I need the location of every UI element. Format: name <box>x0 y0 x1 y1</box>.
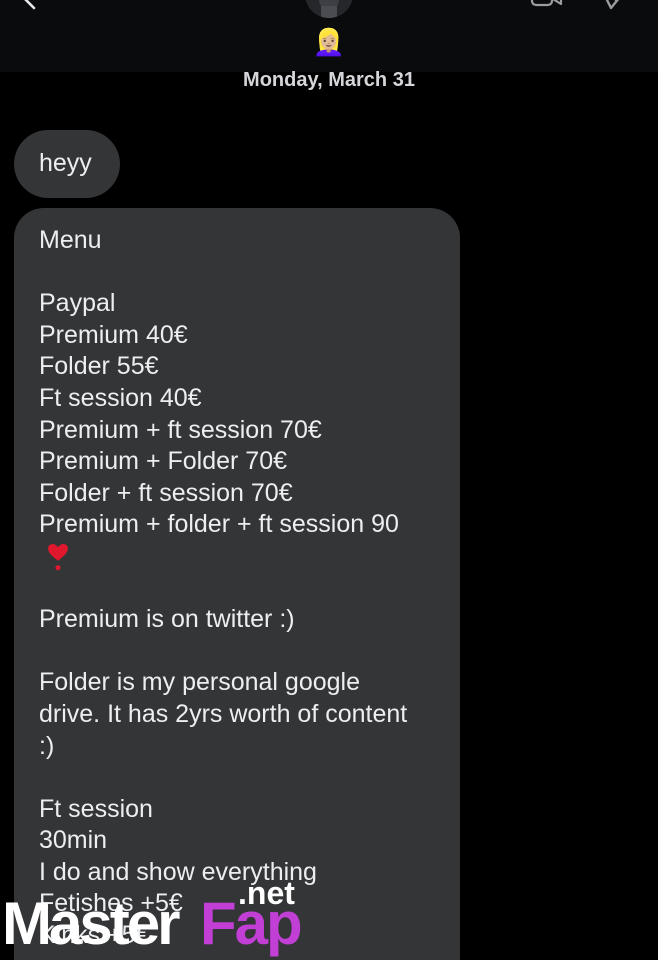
message-line: drive. It has 2yrs worth of content <box>39 699 408 728</box>
message-bubble[interactable]: heyy <box>14 130 120 198</box>
heart-emoji: ❣️ <box>39 541 439 573</box>
message-line: Folder 55€ <box>39 352 159 381</box>
message-line: Menu <box>39 226 102 254</box>
message-text: Menu Paypal Premium 40€ Folder 55€ Ft se… <box>39 225 439 952</box>
contact-avatar[interactable] <box>305 0 353 18</box>
heart-exclamation-icon <box>48 543 68 571</box>
watermark-brand-part1: Master <box>2 890 180 957</box>
message-line: Premium + ft session 70€ <box>39 415 322 444</box>
video-camera-icon[interactable] <box>530 0 564 8</box>
message-bubble[interactable]: Menu Paypal Premium 40€ Folder 55€ Ft se… <box>14 208 460 960</box>
shield-icon[interactable] <box>594 0 628 10</box>
message-line: Ft session 40€ <box>39 383 202 412</box>
chevron-left-icon[interactable] <box>18 0 42 10</box>
contact-emoji: 👱🏼‍♀️ <box>312 28 346 58</box>
message-line: Premium is on twitter :) <box>39 605 295 634</box>
message-line <box>39 573 439 605</box>
watermark-brand-part2: Fap <box>200 890 303 957</box>
message-text: heyy <box>39 149 92 177</box>
date-separator: Monday, March 31 <box>243 69 415 91</box>
message-line: Folder + ft session 70€ <box>39 478 293 507</box>
message-line: Premium + folder + ft session 90 <box>39 510 399 539</box>
watermark-logo: .net Master Fap <box>0 875 330 960</box>
chat-screen: 👱🏼‍♀️ Monday, March 31 heyy Menu Paypal … <box>0 0 658 960</box>
message-line <box>39 257 439 289</box>
message-line: Premium + Folder 70€ <box>39 447 288 476</box>
message-line: :) <box>39 731 55 760</box>
avatar-image <box>305 0 353 18</box>
message-line: Folder is my personal google <box>39 668 360 697</box>
message-line: Premium 40€ <box>39 320 188 349</box>
message-line: Paypal <box>39 289 116 318</box>
message-line: 30min <box>39 826 108 855</box>
message-line <box>39 636 439 668</box>
message-line: Ft session <box>39 794 153 823</box>
message-line <box>39 762 439 794</box>
